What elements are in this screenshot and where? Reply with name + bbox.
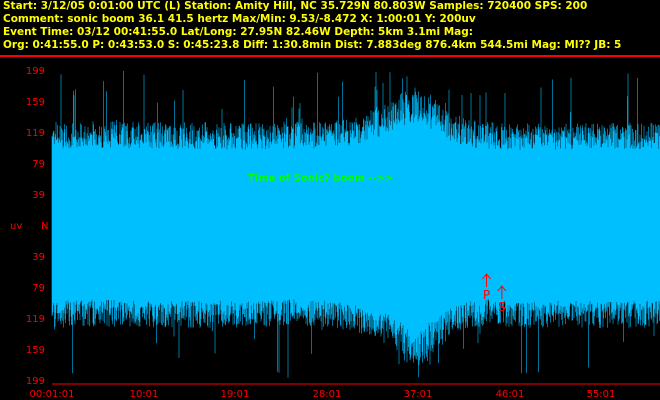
x-tick-label: 55:01	[587, 389, 616, 400]
header-line-origin: Org: 0:41:55.0 P: 0:43:53.0 S: 0:45:23.8…	[3, 39, 622, 51]
phase-label: P	[483, 288, 490, 302]
y-tick-label: 39	[32, 190, 45, 201]
y-tick-label: 199	[26, 66, 45, 77]
header-line-start: Start: 3/12/05 0:01:00 UTC (L) Station: …	[3, 0, 588, 12]
header-info: Start: 3/12/05 0:01:00 UTC (L) Station: …	[0, 0, 660, 54]
x-tick-label: 46:01	[496, 389, 525, 400]
x-tick-label: 37:01	[404, 389, 433, 400]
header-line-event: Event Time: 03/12 00:41:55.0 Lat/Long: 2…	[3, 26, 473, 38]
x-tick-label: 28:01	[313, 389, 342, 400]
x-tick-label: 00:01:01	[30, 389, 75, 400]
y-tick-label: 119	[26, 128, 45, 139]
waveform	[51, 70, 660, 378]
y-tick-label: 39	[32, 252, 45, 263]
x-tick-label: 19:01	[221, 389, 250, 400]
y-unit-label: uv	[10, 221, 22, 232]
seismogram-plot: 199 159 119 79 39 N 39 79 119 159 199 00:01:01 10:0…	[10, 66, 660, 400]
y-tick-label: 79	[32, 159, 45, 170]
y-tick-label: 199	[26, 376, 45, 387]
x-axis: 00:01:01 10:01 19:01 28:01 37:01 46:01 55:01	[30, 389, 616, 400]
y-tick-label: 119	[26, 314, 45, 325]
header-line-comment: Comment: sonic boom 36.1 41.5 hertz Max/…	[3, 13, 476, 25]
y-tick-label: N	[41, 221, 48, 232]
x-tick-label: 10:01	[130, 389, 159, 400]
phase-label: S	[498, 300, 506, 314]
y-tick-label: 159	[26, 345, 45, 356]
y-tick-label: 159	[26, 97, 45, 108]
y-axis: 199 159 119 79 39 N 39 79 119 159 199	[26, 66, 49, 387]
sonic-boom-annotation: Time of Sonic? boom -->>	[248, 173, 393, 184]
waveform-trace	[51, 70, 660, 378]
y-tick-label: 79	[32, 283, 45, 294]
